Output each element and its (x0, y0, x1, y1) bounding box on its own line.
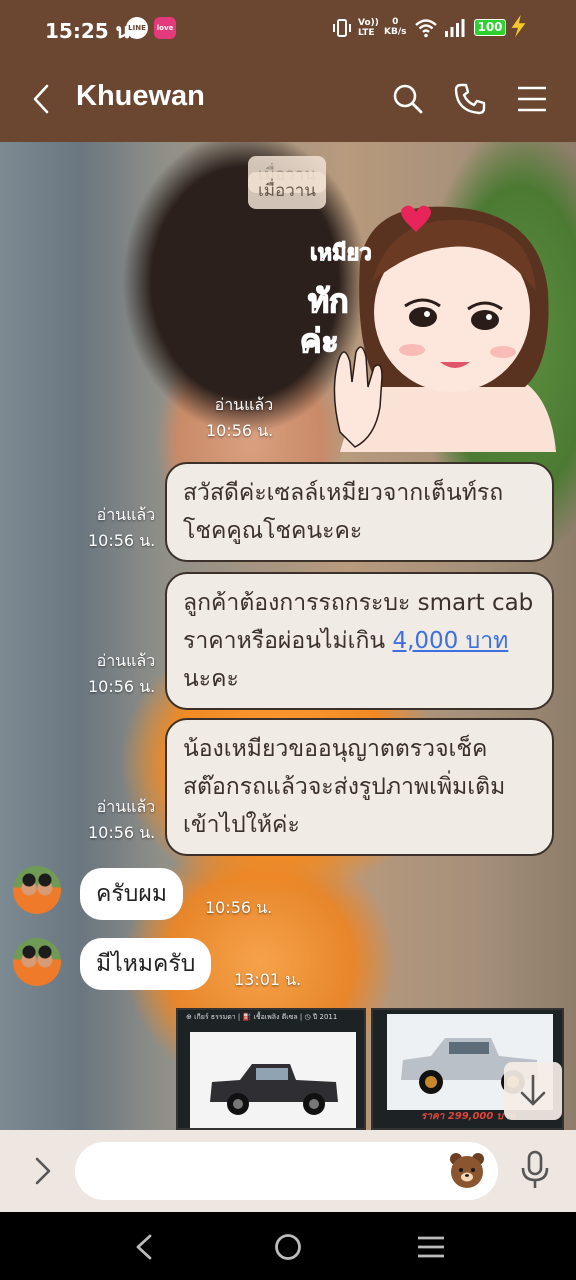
nav-recent-apps-icon[interactable] (416, 1232, 446, 1262)
message-time: 10:56 น. (88, 823, 156, 842)
charging-icon (511, 14, 526, 38)
sticker-text-top: เหมียว (310, 241, 372, 266)
message-time: 10:56 น. (88, 531, 156, 550)
message-text: นะคะ (183, 666, 239, 692)
status-bar: 15:25 น. LINE love Vo)) LTE 0 KB/s 100 (0, 0, 576, 56)
outgoing-message-bubble[interactable]: สวัสดีค่ะเซลล์เหมียวจากเต็นท์รถโชคคูณโชค… (165, 462, 554, 562)
read-status: อ่านแล้ว (96, 505, 156, 524)
outgoing-message-bubble[interactable]: ลูกค้าต้องการรถกระบะ smart cab ราคาหรือผ… (165, 572, 554, 710)
nav-home-icon[interactable] (273, 1232, 303, 1262)
thumbnail-price: ราคา 299,000 บาท (421, 1111, 516, 1122)
read-status: อ่านแล้ว (214, 395, 274, 414)
network-speed: 0 KB/s (384, 17, 406, 41)
thumbnail-caption: ⊕ เกียร์ ธรรมดา | ⛽ เชื้อเพลิง ดีเซล | ◷… (186, 1013, 338, 1021)
sticker-text-main-line2: ค่ะ (300, 322, 339, 360)
pickup-truck-image (190, 1032, 356, 1128)
sticker-read-meta: อ่านแล้ว 10:56 น. (206, 392, 273, 444)
wifi-icon (415, 19, 437, 38)
system-navigation-bar (0, 1212, 576, 1280)
vibrate-icon (333, 19, 351, 37)
chat-area[interactable]: เหมียว ทัก ค่ะ เมื่อวาน เมื่อวาน อ่านแล้… (0, 142, 576, 1130)
read-status: อ่านแล้ว (96, 651, 156, 670)
price-link[interactable]: 4,000 บาท (392, 628, 508, 654)
sticker-brown-bear-icon[interactable] (447, 1150, 487, 1190)
back-arrow-icon[interactable] (28, 82, 54, 116)
arrow-down-icon (520, 1074, 546, 1106)
battery-indicator: 100 (474, 19, 506, 36)
line-notification-icon: LINE (126, 17, 148, 39)
network-speed-unit: KB/s (384, 27, 407, 37)
message-time: 13:01 น. (234, 970, 302, 989)
date-separator: เมื่อวาน (248, 172, 326, 209)
contact-name: Khuewan (76, 80, 205, 112)
car-image-thumbnail[interactable]: ⊕ เกียร์ ธรรมดา | ⛽ เชื้อเพลิง ดีเซล | ◷… (176, 1008, 366, 1130)
scroll-to-bottom-button[interactable] (504, 1062, 562, 1120)
message-time: 10:56 น. (205, 898, 273, 917)
contact-avatar[interactable] (13, 938, 61, 986)
microphone-icon[interactable] (518, 1150, 552, 1190)
menu-icon[interactable] (515, 82, 549, 116)
volte-indicator: Vo)) LTE (358, 18, 379, 38)
search-icon[interactable] (391, 82, 425, 116)
sticker-text-main-line1: ทัก (308, 282, 348, 320)
message-input[interactable] (75, 1142, 498, 1200)
out3-read-meta: อ่านแล้ว 10:56 น. (88, 794, 155, 846)
message-time: 10:56 น. (206, 421, 274, 440)
incoming-message-bubble[interactable]: มีไหมครับ (80, 938, 212, 990)
phone-call-icon[interactable] (453, 82, 487, 116)
network-speed-value: 0 (392, 17, 399, 27)
car-photo (190, 1032, 356, 1128)
cat-girl-sticker[interactable]: เหมียว ทัก ค่ะ (300, 202, 556, 452)
message-input-bar (0, 1130, 576, 1212)
out1-read-meta: อ่านแล้ว 10:56 น. (88, 502, 155, 554)
expand-chevron-icon[interactable] (30, 1154, 56, 1188)
love-app-notification-icon: love (154, 17, 176, 39)
contact-avatar[interactable] (13, 866, 61, 914)
message-time: 10:56 น. (88, 677, 156, 696)
incoming-message-bubble[interactable]: ครับผม (80, 868, 183, 920)
out2-read-meta: อ่านแล้ว 10:56 น. (88, 648, 155, 700)
nav-back-icon[interactable] (130, 1232, 160, 1262)
chat-header: Khuewan (0, 56, 576, 142)
read-status: อ่านแล้ว (96, 797, 156, 816)
signal-icon (445, 19, 465, 37)
outgoing-message-bubble[interactable]: น้องเหมียวขออนุญาตตรวจเช็คสต๊อกรถแล้วจะส… (165, 718, 554, 856)
status-time: 15:25 น. (45, 19, 137, 43)
